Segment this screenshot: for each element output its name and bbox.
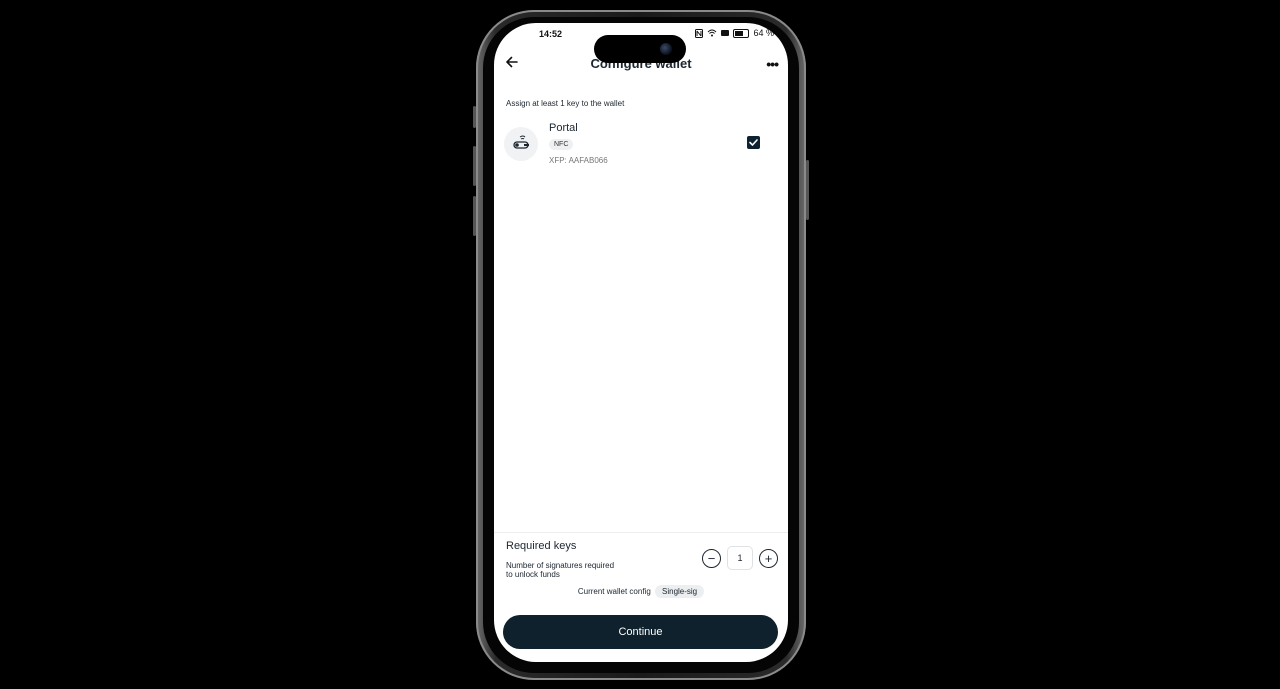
signal-icon	[721, 30, 730, 36]
power-button	[806, 160, 809, 220]
volume-up-button	[473, 146, 476, 186]
nfc-status-icon	[695, 28, 704, 38]
battery-icon	[733, 28, 750, 38]
battery-level: 64 %	[753, 28, 774, 38]
volume-down-button	[473, 196, 476, 236]
key-checkbox[interactable]	[747, 136, 760, 149]
more-options-icon[interactable]: •••	[766, 56, 779, 72]
nfc-badge: NFC	[549, 139, 574, 150]
dynamic-island	[594, 35, 686, 63]
wallet-config-row: Current wallet config Single-sig	[494, 585, 788, 598]
status-icons: 64 %	[695, 28, 774, 38]
continue-button[interactable]: Continue	[503, 615, 778, 649]
camera-icon	[660, 43, 672, 55]
checkmark-icon	[749, 139, 758, 146]
status-time: 14:52	[539, 29, 563, 39]
key-list-item[interactable]: Portal NFC XFP: AAFAB066	[502, 121, 780, 171]
key-fingerprint: XFP: AAFAB066	[549, 156, 608, 165]
increment-button[interactable]: +	[759, 548, 778, 568]
divider	[494, 532, 788, 533]
required-keys-value[interactable]: 1	[727, 546, 753, 570]
decrement-button[interactable]: −	[702, 548, 721, 568]
required-keys-title: Required keys	[506, 540, 577, 552]
wallet-config-label: Current wallet config	[577, 587, 651, 596]
required-keys-stepper: − 1 +	[702, 546, 778, 570]
key-device-icon	[504, 127, 538, 161]
wifi-icon	[708, 29, 717, 37]
required-keys-description: Number of signatures required to unlock …	[506, 561, 615, 579]
wallet-config-badge: Single-sig	[655, 585, 705, 598]
app-screen: 14:52 64 % Configure wallet ••• Assign a…	[494, 23, 788, 662]
key-name: Portal	[549, 122, 578, 134]
action-button	[473, 106, 476, 128]
assign-instructions: Assign at least 1 key to the wallet	[506, 99, 625, 108]
